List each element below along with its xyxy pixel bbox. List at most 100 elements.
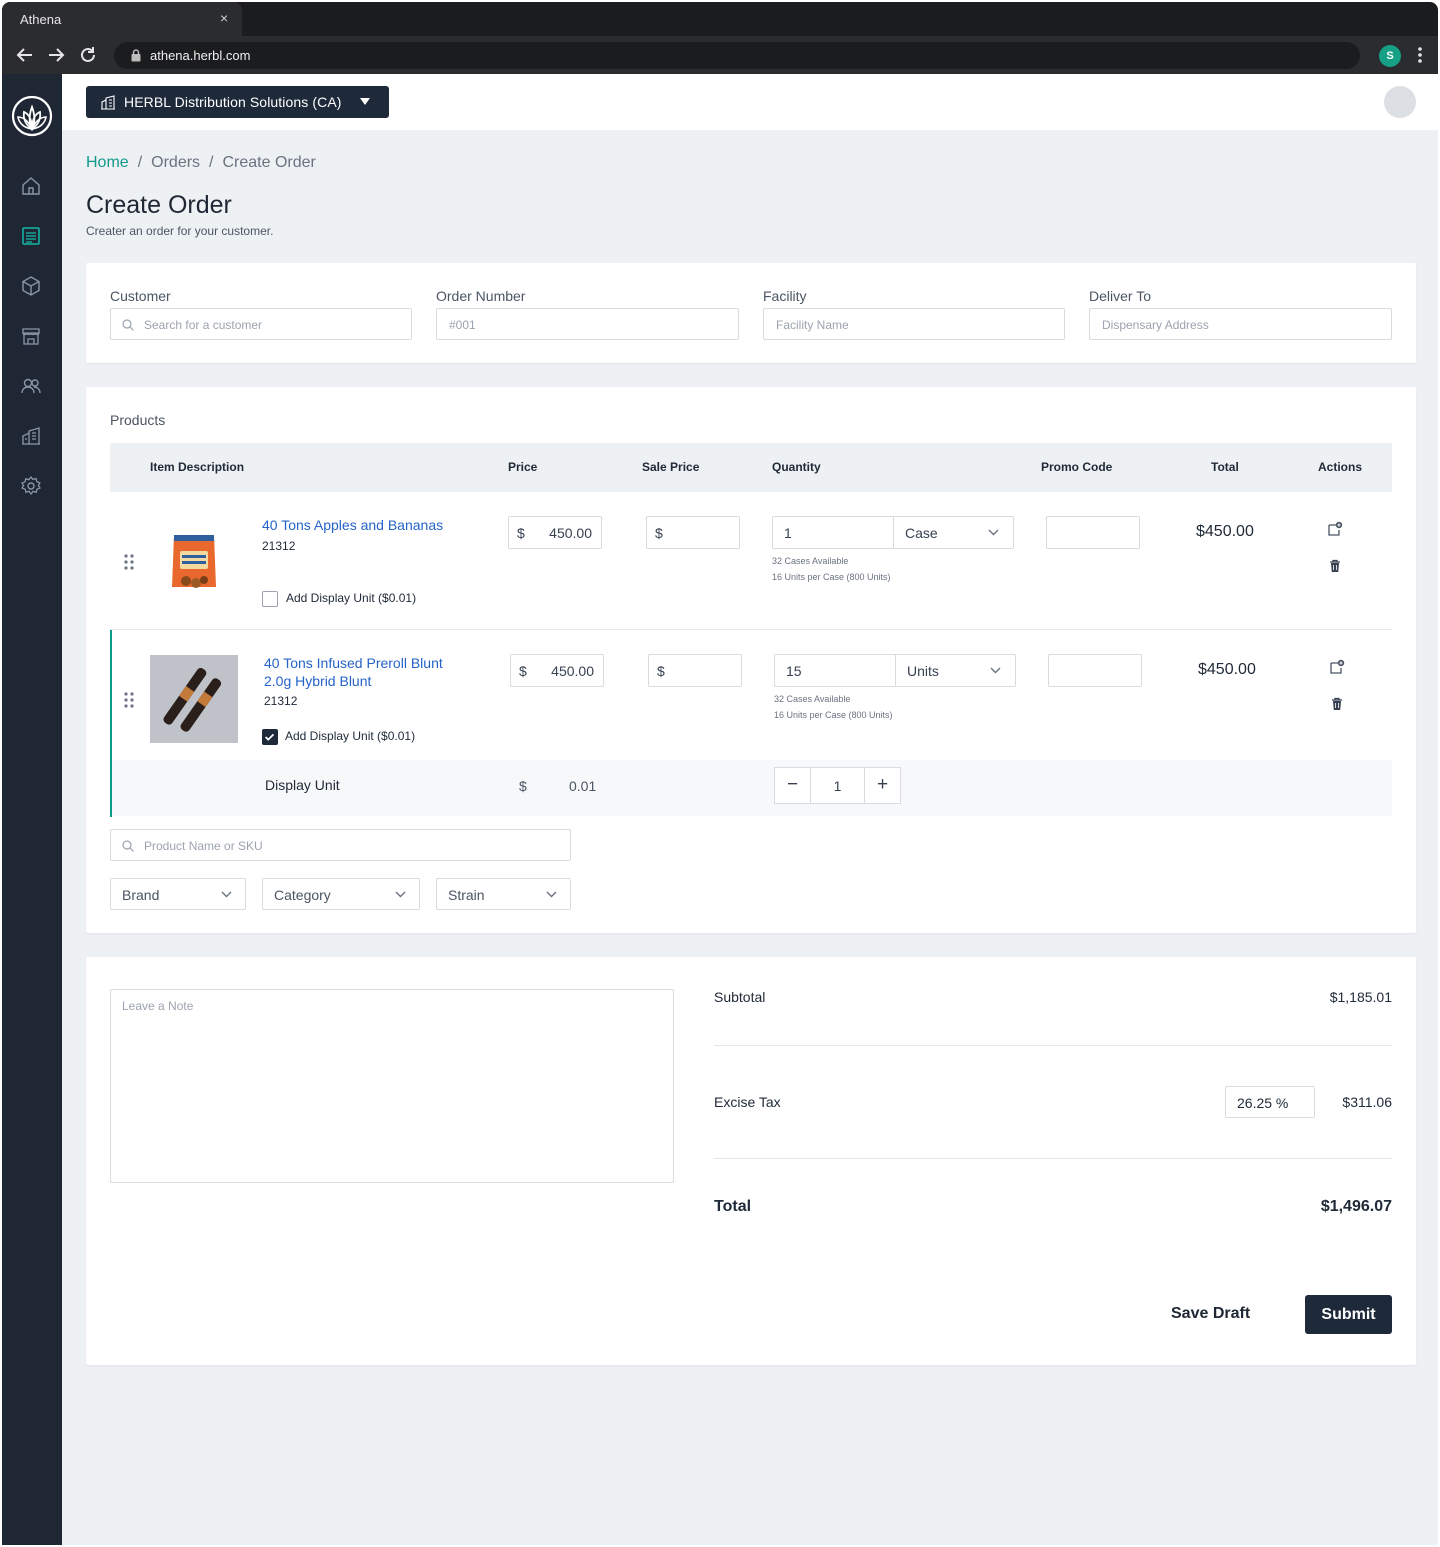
column-quantity: Quantity: [772, 460, 821, 474]
back-arrow-icon[interactable]: [15, 45, 35, 65]
decrement-button[interactable]: −: [775, 768, 811, 803]
quantity-divider: [893, 517, 894, 548]
unit-select[interactable]: Case: [905, 525, 938, 541]
product-name-link[interactable]: 40 Tons Apples and Bananas: [262, 516, 443, 534]
display-unit-quantity[interactable]: 1: [812, 778, 863, 794]
tab-close-icon[interactable]: ×: [220, 10, 228, 26]
breadcrumb-home[interactable]: Home: [86, 154, 129, 171]
order-number-placeholder: #001: [449, 318, 476, 332]
column-sale-price: Sale Price: [642, 460, 700, 474]
price-input[interactable]: $ 450.00: [508, 516, 602, 549]
strain-filter-select[interactable]: Strain: [436, 878, 571, 910]
add-note-icon[interactable]: [1329, 659, 1345, 675]
reload-icon[interactable]: [78, 45, 98, 65]
facility-input[interactable]: Facility Name: [763, 308, 1065, 340]
cases-available: 32 Cases Available: [774, 694, 851, 704]
display-unit-checkbox[interactable]: [262, 729, 278, 745]
url-bar[interactable]: athena.herbl.com: [114, 42, 1360, 69]
facility-placeholder: Facility Name: [776, 318, 849, 332]
column-item-description: Item Description: [150, 460, 245, 474]
deliver-to-label: Deliver To: [1089, 288, 1151, 304]
order-details-card: Customer Search for a customer Order Num…: [86, 263, 1416, 363]
drag-handle-icon[interactable]: [124, 692, 134, 708]
save-draft-button[interactable]: Save Draft: [1171, 1305, 1250, 1323]
price-input[interactable]: $ 450.00: [510, 654, 604, 687]
app-window: Athena × athena.herbl.com S HERBL Distri…: [2, 2, 1438, 1545]
browser-profile-avatar[interactable]: S: [1379, 45, 1401, 67]
quantity-value: 15: [786, 663, 802, 679]
customer-label: Customer: [110, 288, 171, 304]
product-thumbnail-apples-bananas: [150, 517, 238, 605]
user-avatar[interactable]: [1384, 86, 1416, 118]
display-unit-label: Add Display Unit ($0.01): [286, 591, 417, 605]
summary-divider: [714, 1158, 1392, 1159]
product-name-line2: 2.0g Hybrid Blunt: [264, 673, 372, 689]
note-placeholder: Leave a Note: [122, 999, 194, 1013]
product-sku: 21312: [262, 539, 296, 553]
quantity-input[interactable]: 15 Units: [774, 654, 1016, 687]
order-note-textarea[interactable]: Leave a Note: [110, 989, 674, 1183]
excise-tax-value: $311.06: [1342, 1094, 1392, 1110]
brand-filter-select[interactable]: Brand: [110, 878, 246, 910]
column-promo-code: Promo Code: [1041, 460, 1113, 474]
sidebar: [2, 74, 62, 1545]
chevron-down-icon: [988, 529, 999, 536]
trash-icon[interactable]: [1327, 558, 1343, 574]
tab-title: Athena: [20, 12, 62, 27]
subtotal-label: Subtotal: [714, 989, 766, 1005]
building-icon: [101, 95, 115, 110]
product-row: 40 Tons Apples and Bananas 21312 Add Dis…: [110, 492, 1392, 630]
product-name-link[interactable]: 40 Tons Infused Preroll Blunt 2.0g Hybri…: [264, 654, 443, 690]
submit-button[interactable]: Submit: [1305, 1295, 1392, 1334]
orders-icon[interactable]: [20, 225, 42, 247]
trash-icon[interactable]: [1329, 696, 1345, 712]
browser-tab-bar: Athena ×: [2, 2, 1438, 36]
unit-select[interactable]: Units: [907, 663, 939, 679]
currency-symbol: $: [657, 663, 665, 679]
settings-icon[interactable]: [20, 475, 42, 497]
display-unit-label: Add Display Unit ($0.01): [285, 729, 416, 743]
herbl-logo[interactable]: [11, 95, 53, 137]
promo-code-input[interactable]: [1046, 516, 1140, 549]
users-icon[interactable]: [20, 375, 42, 397]
chevron-down-icon: [990, 667, 1001, 674]
availability-info: 32 Cases Available 16 Units per Case (80…: [772, 553, 891, 585]
category-filter-select[interactable]: Category: [262, 878, 420, 910]
sale-price-input[interactable]: $: [648, 654, 742, 687]
top-bar: HERBL Distribution Solutions (CA): [62, 74, 1438, 130]
order-number-input[interactable]: #001: [436, 308, 739, 340]
display-unit-quantity-stepper: − 1 +: [774, 767, 901, 804]
product-name-line1: 40 Tons Infused Preroll Blunt: [264, 655, 443, 671]
box-icon[interactable]: [20, 275, 42, 297]
excise-tax-rate: 26.25 %: [1237, 1095, 1289, 1111]
chevron-down-icon: [395, 891, 406, 898]
strain-filter-label: Strain: [448, 887, 485, 903]
lock-icon: [131, 49, 141, 62]
display-unit-checkbox[interactable]: [262, 591, 278, 607]
quantity-input[interactable]: 1 Case: [772, 516, 1014, 549]
product-search-input[interactable]: Product Name or SKU: [110, 829, 571, 861]
building-icon[interactable]: [20, 425, 42, 447]
forward-arrow-icon[interactable]: [46, 45, 66, 65]
subtotal-value: $1,185.01: [1329, 989, 1392, 1005]
quantity-value: 1: [784, 525, 792, 541]
sale-price-input[interactable]: $: [646, 516, 740, 549]
home-icon[interactable]: [20, 175, 42, 197]
line-total: $450.00: [1196, 523, 1254, 540]
order-summary-card: Leave a Note Subtotal $1,185.01 Excise T…: [86, 957, 1416, 1365]
breadcrumb-current: Create Order: [222, 154, 316, 171]
breadcrumb-separator: /: [209, 154, 214, 171]
total-label: Total: [714, 1198, 752, 1215]
promo-code-input[interactable]: [1048, 654, 1142, 687]
organization-select[interactable]: HERBL Distribution Solutions (CA): [86, 86, 389, 118]
store-icon[interactable]: [20, 325, 42, 347]
deliver-to-input[interactable]: Dispensary Address: [1089, 308, 1392, 340]
browser-tab[interactable]: Athena ×: [2, 2, 242, 36]
excise-tax-rate-input[interactable]: 26.25 %: [1225, 1086, 1315, 1118]
breadcrumb-orders[interactable]: Orders: [151, 154, 200, 171]
add-note-icon[interactable]: [1327, 521, 1343, 537]
drag-handle-icon[interactable]: [124, 554, 134, 570]
increment-button[interactable]: +: [864, 768, 900, 803]
customer-search-input[interactable]: Search for a customer: [110, 308, 412, 340]
browser-menu-icon[interactable]: [1415, 45, 1425, 65]
